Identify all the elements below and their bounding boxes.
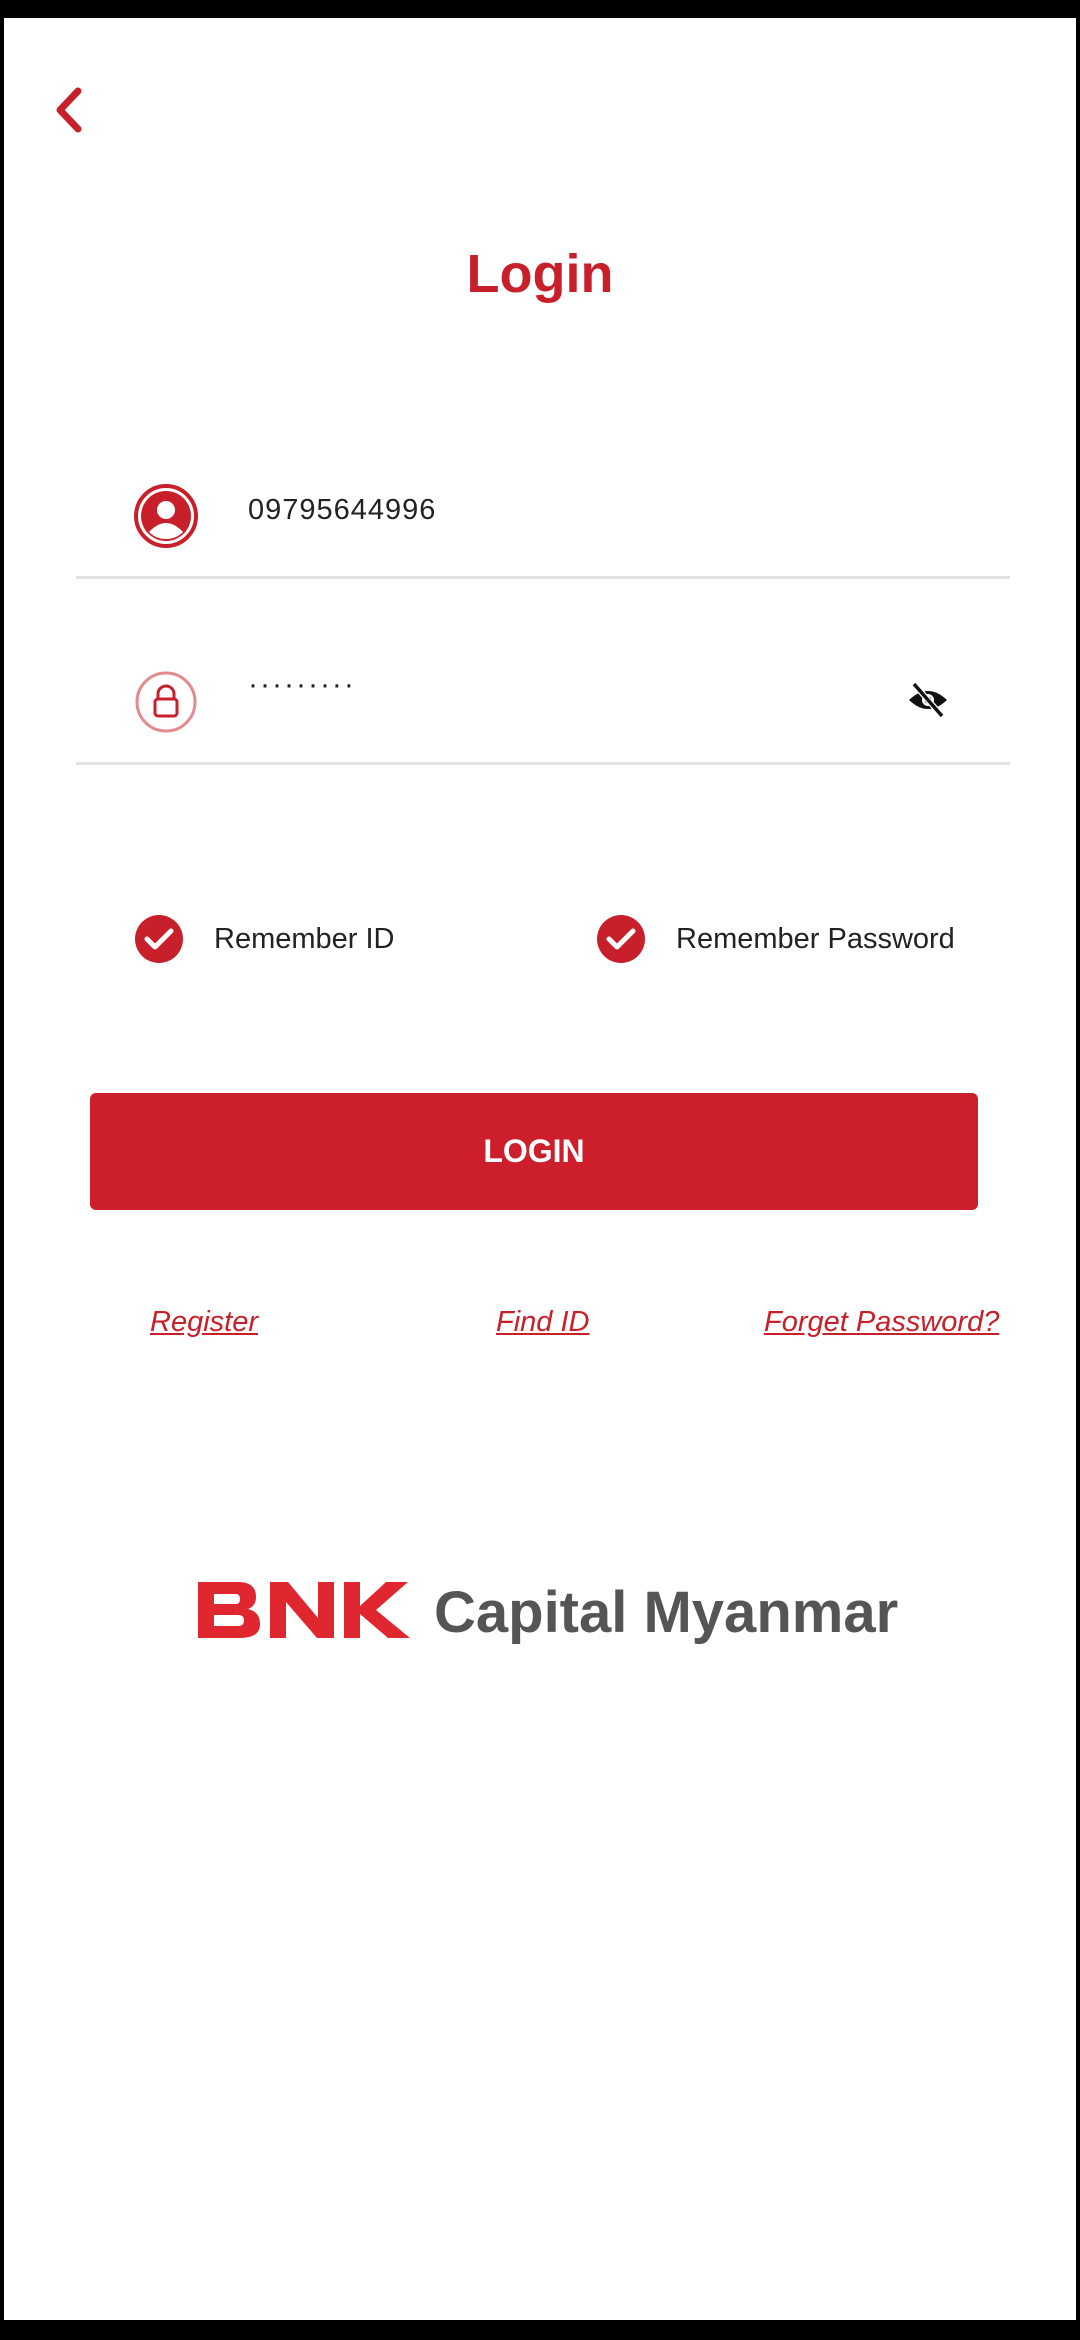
password-field[interactable]: ·········: [76, 632, 1010, 765]
brand-name: Capital Myanmar: [434, 1580, 899, 1645]
user-icon: [134, 484, 198, 548]
password-value: ·········: [248, 668, 356, 701]
bnk-logo-mark: [198, 1582, 410, 1638]
remember-password-label: Remember Password: [676, 922, 955, 955]
id-value: 09795644996: [248, 494, 437, 526]
find-id-link[interactable]: Find ID: [496, 1306, 589, 1339]
remember-password-checkbox[interactable]: Remember Password: [596, 914, 955, 964]
login-button[interactable]: LOGIN: [90, 1093, 978, 1210]
lock-icon: [135, 671, 197, 733]
remember-id-checkbox[interactable]: Remember ID: [134, 914, 395, 964]
register-link[interactable]: Register: [150, 1306, 258, 1339]
chevron-left-icon: [56, 87, 82, 133]
eye-off-icon[interactable]: [906, 680, 950, 720]
check-circle-icon: [597, 915, 645, 963]
login-screen: Login 09795644996 ········· Remember ID …: [4, 18, 1076, 2320]
brand-logo: Capital Myanmar: [194, 1578, 898, 1642]
remember-id-label: Remember ID: [214, 922, 395, 955]
back-button[interactable]: [44, 80, 94, 140]
page-title: Login: [466, 244, 614, 304]
forget-password-link[interactable]: Forget Password?: [764, 1306, 999, 1339]
check-circle-icon: [135, 915, 183, 963]
id-field[interactable]: 09795644996: [76, 446, 1010, 579]
